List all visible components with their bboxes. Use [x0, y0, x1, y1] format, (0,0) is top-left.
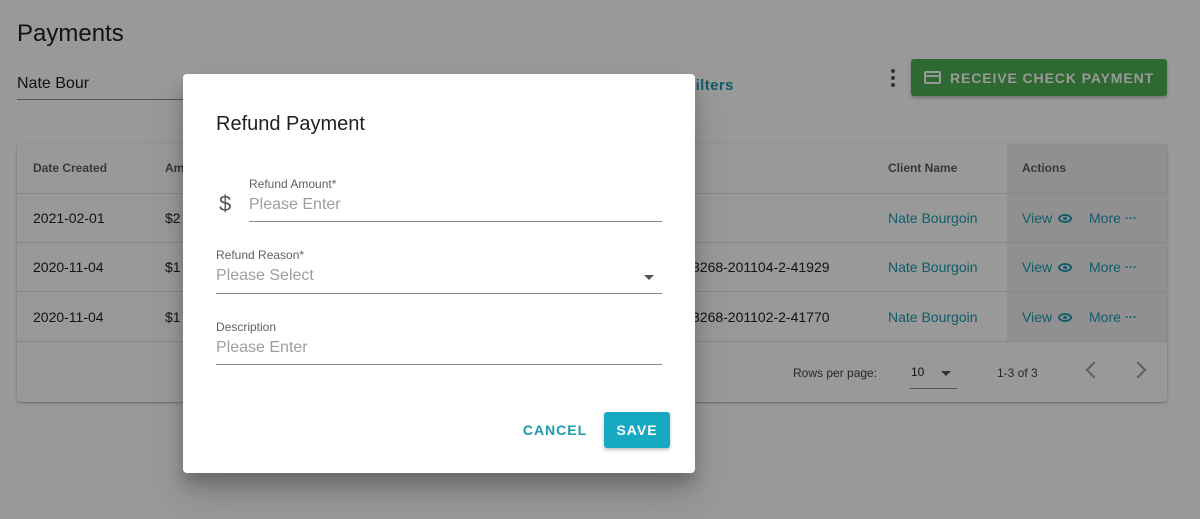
- refund-amount-input[interactable]: Please Enter: [249, 192, 662, 222]
- refund-amount-label: Refund Amount*: [249, 177, 337, 191]
- refund-reason-label: Refund Reason*: [216, 248, 305, 262]
- save-button[interactable]: SAVE: [604, 412, 670, 448]
- dollar-icon: $: [219, 191, 232, 216]
- dialog-title: Refund Payment: [216, 113, 365, 135]
- description-label: Description: [216, 320, 277, 334]
- description-input[interactable]: Please Enter: [216, 335, 662, 365]
- cancel-button[interactable]: CANCEL: [516, 415, 594, 445]
- refund-reason-select[interactable]: Please Select: [216, 263, 662, 294]
- caret-down-icon: [644, 275, 654, 280]
- refund-payment-dialog: Refund Payment $ Refund Amount* Please E…: [183, 74, 695, 473]
- description-placeholder: Please Enter: [216, 339, 308, 356]
- refund-amount-placeholder: Please Enter: [249, 196, 341, 213]
- refund-reason-placeholder: Please Select: [216, 267, 314, 284]
